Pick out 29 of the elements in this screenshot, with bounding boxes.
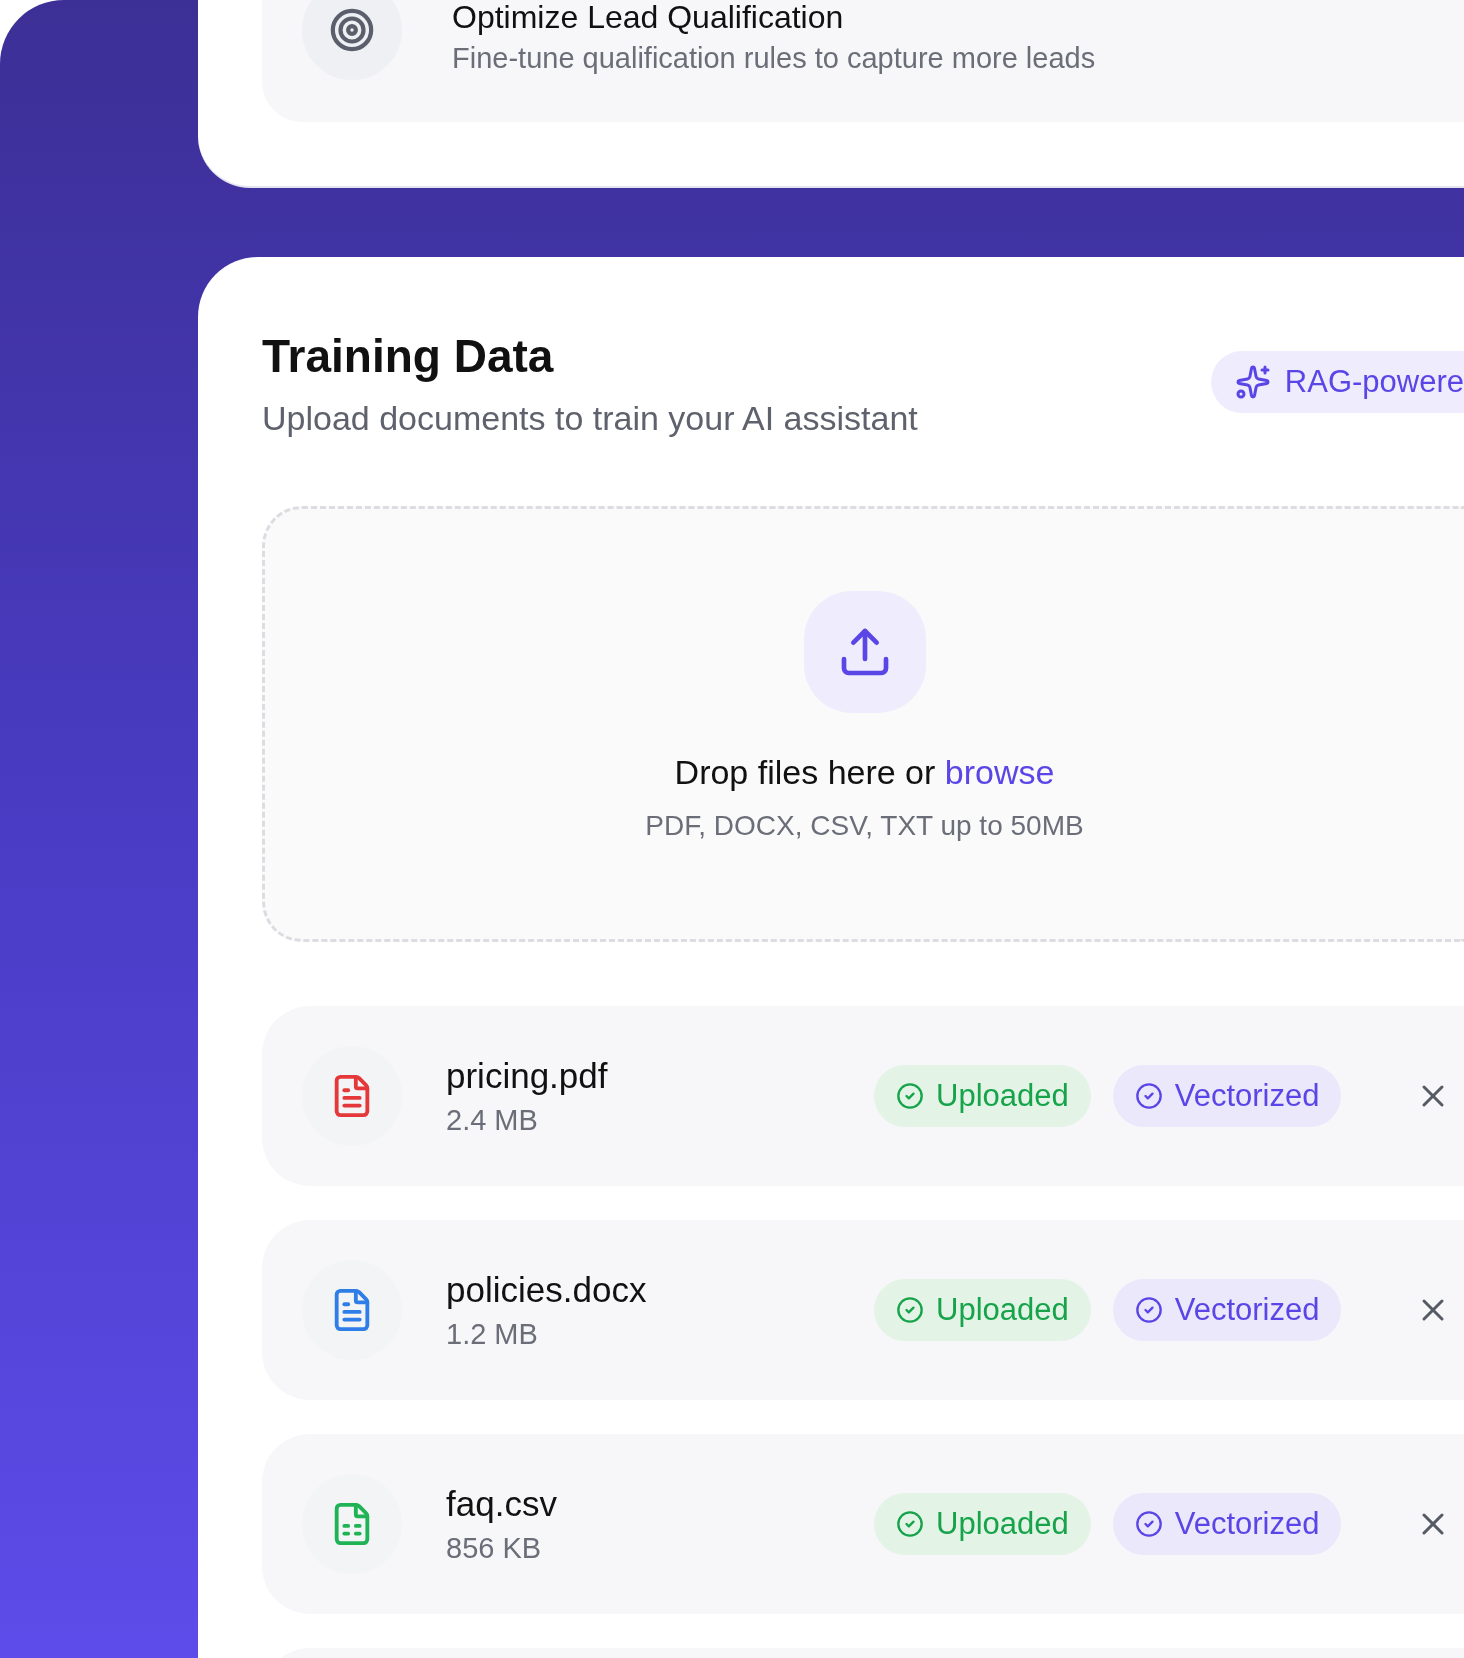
status-label: Uploaded <box>936 1078 1069 1114</box>
status-label: Uploaded <box>936 1292 1069 1328</box>
file-name: pricing.pdf <box>446 1055 609 1096</box>
browse-link[interactable]: browse <box>944 753 1055 791</box>
file-size: 2.4 MB <box>446 1103 539 1137</box>
status-label: Vectorized <box>1174 1078 1320 1114</box>
section-subtitle: Upload documents to train your AI assistant <box>262 399 918 438</box>
check-circle-icon <box>896 1082 924 1110</box>
file-types-hint: PDF, DOCX, CSV, TXT up to 50MB <box>645 810 1084 842</box>
file-size: 1.2 MB <box>446 1317 539 1351</box>
status-label: Vectorized <box>1174 1506 1320 1542</box>
file-name: faq.csv <box>446 1483 558 1524</box>
section-title: Training Data <box>262 329 555 383</box>
file-name: policies.docx <box>446 1269 648 1310</box>
badge-label: RAG-powere <box>1284 364 1464 400</box>
check-circle-icon <box>1134 1510 1163 1538</box>
drop-prompt: Drop files here or browse <box>674 753 1055 792</box>
target-icon <box>329 7 375 53</box>
check-circle-icon <box>1134 1296 1163 1324</box>
status-label: Uploaded <box>936 1506 1069 1542</box>
check-circle-icon <box>896 1296 924 1324</box>
status-label: Vectorized <box>1174 1292 1320 1328</box>
goal-title: Optimize Lead Qualification <box>452 0 845 34</box>
check-circle-icon <box>1134 1082 1163 1110</box>
check-circle-icon <box>896 1510 924 1538</box>
file-size: 856 KB <box>446 1531 543 1565</box>
goal-description: Fine-tune qualification rules to capture more leads <box>452 42 1096 75</box>
sparkles-icon <box>1234 364 1271 400</box>
drop-zone[interactable]: Drop files here or browse PDF, DOCX, CSV, TXT up to 50MB <box>262 506 1464 942</box>
